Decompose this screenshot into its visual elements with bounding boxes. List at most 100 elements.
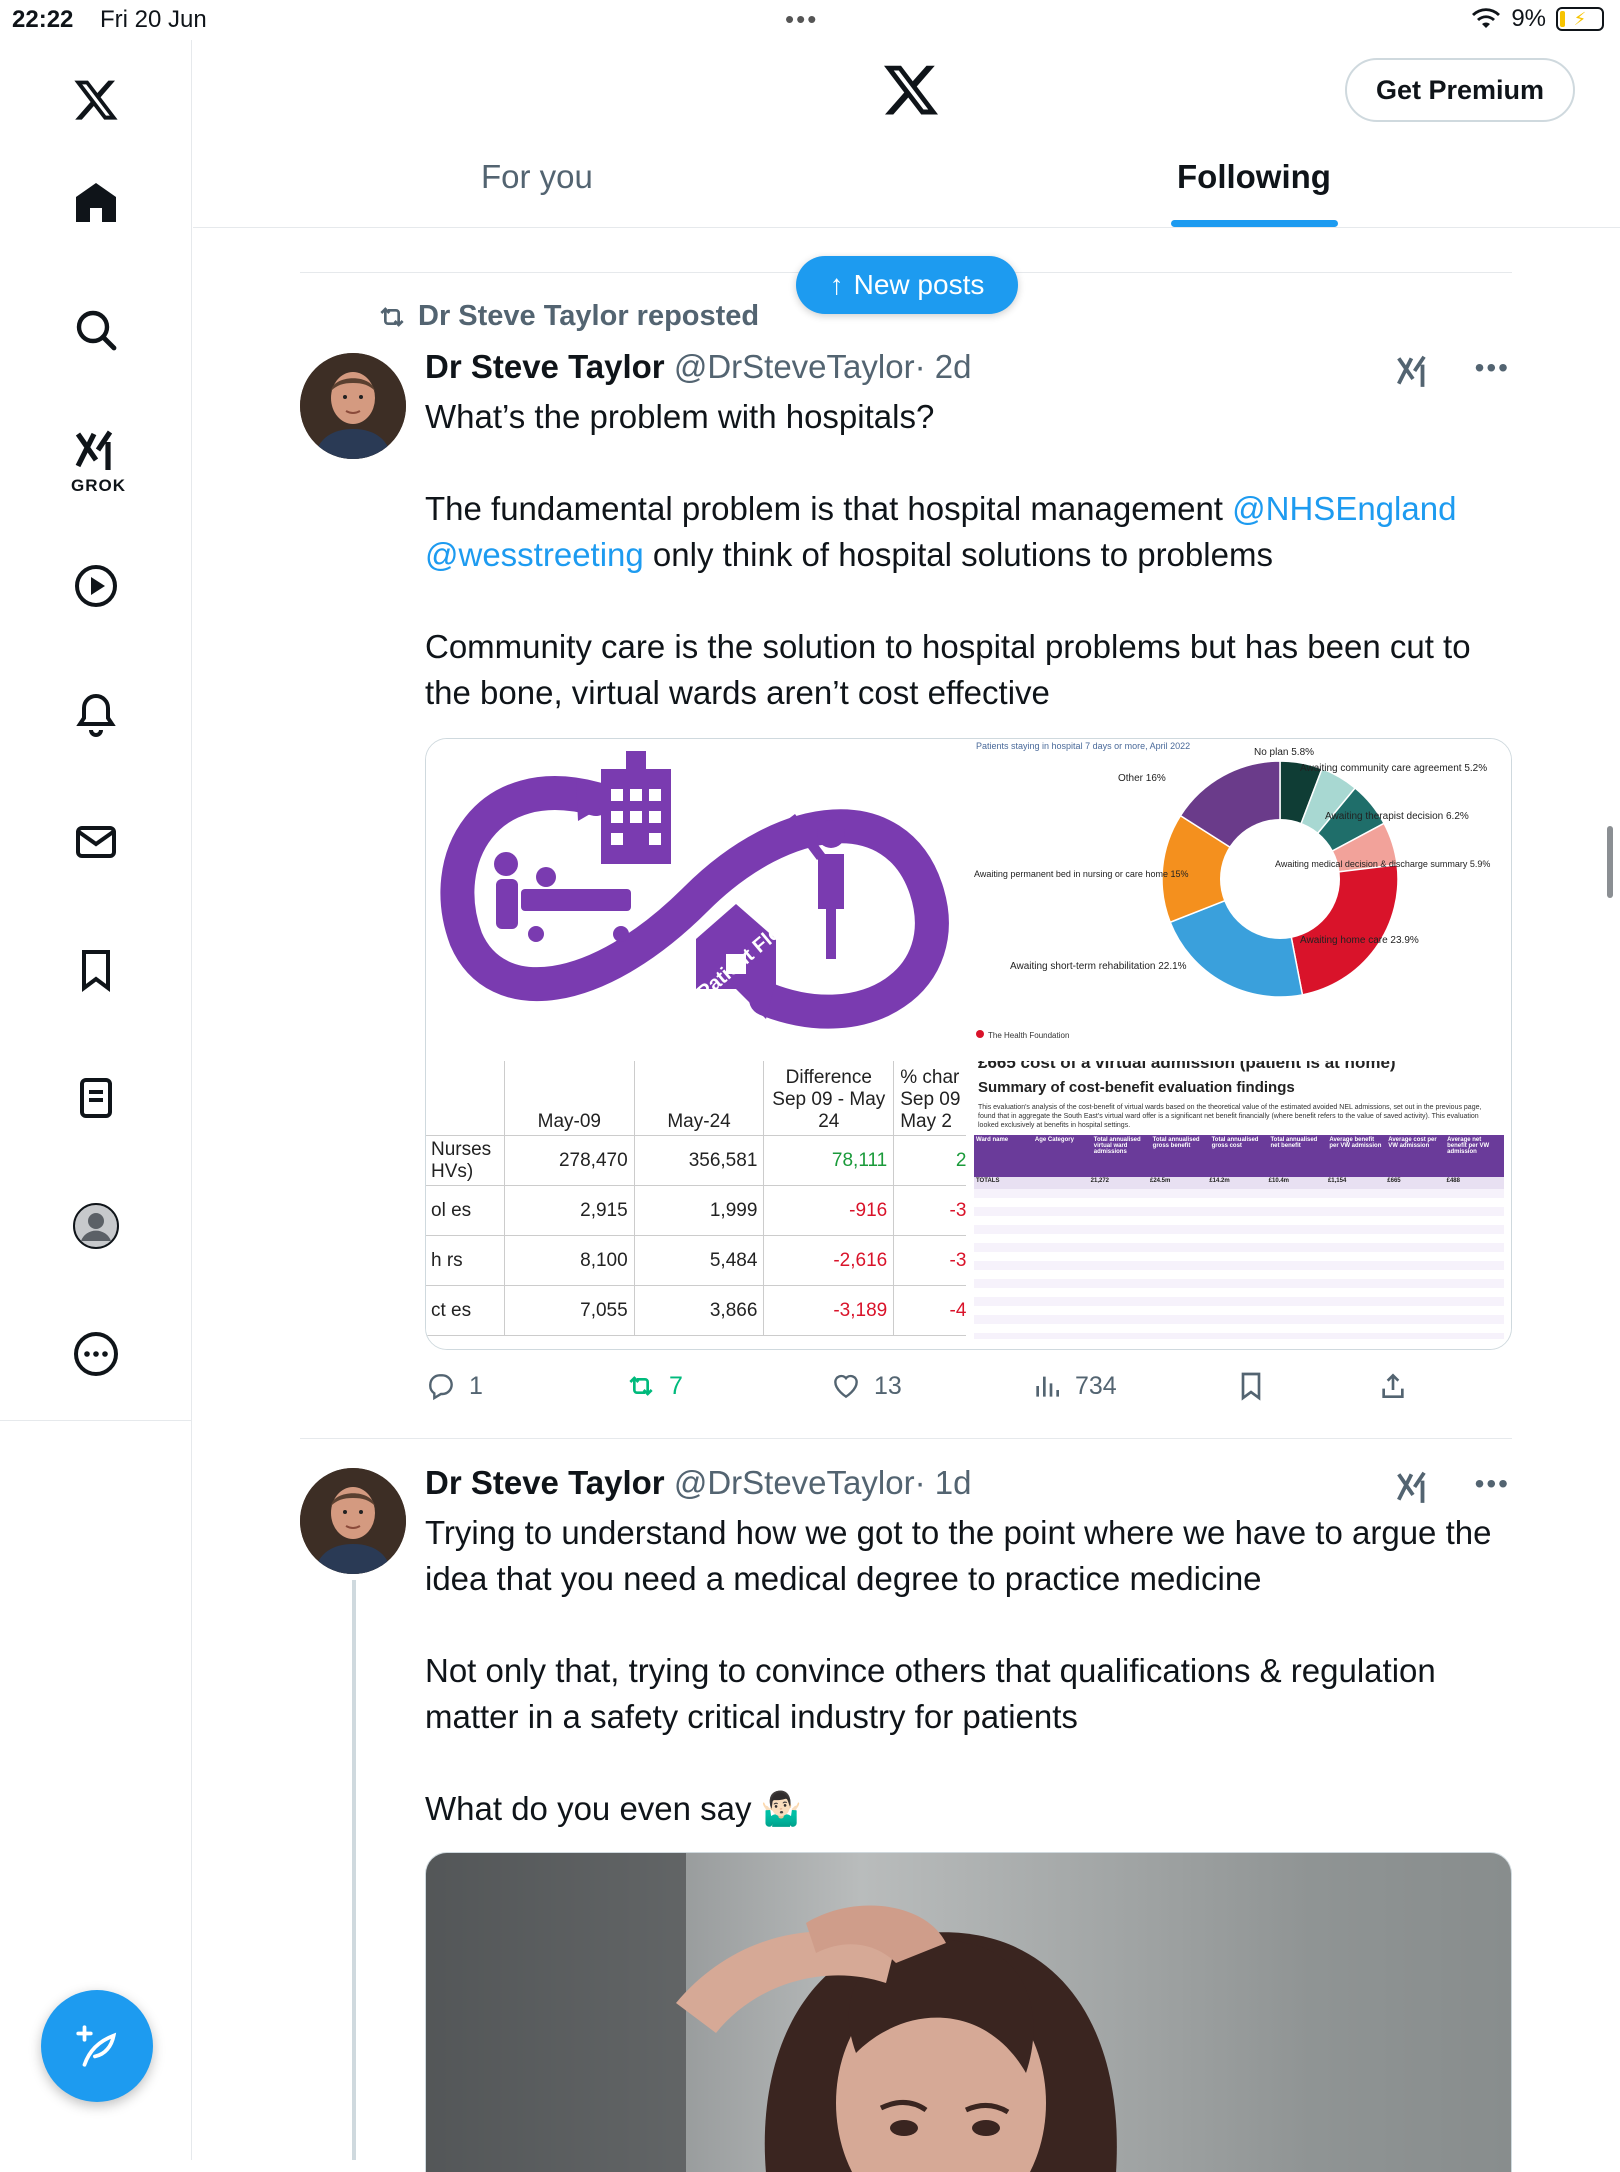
notifications-icon[interactable] [56,674,136,754]
status-date: Fri 20 Jun [100,6,207,33]
bookmark-icon [1241,1372,1261,1401]
x-logo-icon[interactable] [881,60,941,120]
cb-header: Average benefit per VW admission [1329,1137,1382,1149]
cb-total-cell: £24.5m [1149,1178,1171,1184]
cb-total-cell: £10.4m [1268,1178,1289,1184]
compose-post-button[interactable] [41,1990,153,2102]
tab-for-you[interactable]: For you [481,158,593,196]
status-time: 22:22 [12,6,74,33]
more-icon[interactable] [56,1314,136,1394]
like-button[interactable]: 13 [830,1370,902,1402]
avatar[interactable] [300,353,406,459]
tweet-time[interactable]: · 1d [915,1464,972,1501]
more-options-icon[interactable]: ••• [1475,352,1510,384]
cb-total-cell: £665 [1387,1178,1401,1184]
table-cell: ct es [426,1285,505,1336]
profile-avatar-icon[interactable] [56,1186,136,1266]
repost-count: 7 [669,1371,683,1400]
tweet-text: Trying to understand how we got to the p… [425,1514,1492,1827]
grok-icon[interactable]: GROK [56,418,136,498]
avatar[interactable] [300,1468,406,1574]
table-header: Difference Sep 09 - May 24 [763,1061,895,1136]
pie-label-medical: Awaiting medical decision & discharge su… [1275,859,1490,869]
pie-label-community: Awaiting community care agreement 5.2% [1300,763,1487,774]
cb-header: Average net benefit per VW admission [1447,1137,1490,1155]
mention-link[interactable]: @wesstreeting [425,536,644,573]
heart-icon [834,1374,858,1399]
tweet-time[interactable]: · 2d [915,348,972,385]
grok-explain-icon[interactable] [1394,352,1432,390]
like-count: 13 [874,1371,902,1400]
repost-icon [380,306,404,327]
table-cell: -2,616 [763,1235,895,1286]
thread-line [352,1580,356,2160]
multitasking-dots-icon[interactable]: ••• [785,4,818,35]
tab-following[interactable]: Following [1177,158,1331,196]
tweet-actions: 1 7 13 734 [425,1370,1425,1410]
table-cell: -31 [893,1185,966,1236]
cost-benefit-image[interactable]: £665 cost of a virtual admission (patien… [970,1061,1511,1349]
reply-icon [429,1374,453,1401]
mention-link[interactable]: @NHSEngland [1232,490,1456,527]
grok-explain-icon[interactable] [1394,1468,1432,1506]
author-handle[interactable]: @DrSteveTaylor [674,1464,915,1501]
author-name[interactable]: Dr Steve Taylor [425,1464,665,1501]
table-cell: 78,111 [763,1135,895,1186]
scroll-indicator[interactable] [1607,826,1613,898]
lists-icon[interactable] [56,1058,136,1138]
cb-header: Total annualised gross benefit [1152,1137,1200,1149]
table-cell: -3,189 [763,1285,895,1336]
table-cell: Nurses HVs) [426,1135,505,1186]
cb-header: Ward name [976,1137,1009,1143]
pie-source: The Health Foundation [988,1031,1069,1040]
table-header [426,1061,505,1136]
cost-benefit-intro: This evaluation's analysis of the cost-b… [978,1104,1482,1129]
view-count: 734 [1075,1371,1117,1400]
videos-icon[interactable] [56,546,136,626]
workforce-table-image[interactable]: May-09 May-24 Difference Sep 09 - May 24… [426,1061,966,1349]
tweet-media-grid[interactable]: Improving Patient Flow Patients staying … [425,738,1512,1350]
search-icon[interactable] [56,290,136,370]
home-icon[interactable] [56,162,136,242]
pie-chart-image[interactable]: Patients staying in hospital 7 days or m… [970,739,1511,1057]
table-cell: 1,999 [633,1185,765,1236]
bookmark-button[interactable] [1235,1370,1267,1402]
cost-benefit-subtitle: Summary of cost-benefit evaluation findi… [978,1079,1295,1096]
cost-benefit-total-row: TOTALS 21,272 £24.5m £14.2m £10.4m £1,15… [974,1177,1504,1189]
views-button[interactable]: 734 [1031,1370,1117,1402]
cb-total-cell: £488 [1446,1178,1460,1184]
tweet-video-thumbnail[interactable] [425,1852,1512,2172]
repost-button[interactable]: 7 [625,1370,683,1402]
tweet-1[interactable]: Dr Steve Taylor reposted Dr Steve Taylor… [300,300,1512,1401]
cb-total-cell: £1,154 [1327,1178,1347,1184]
bookmarks-icon[interactable] [56,930,136,1010]
get-premium-button[interactable]: Get Premium [1345,58,1575,122]
table-cell: 8,100 [503,1235,635,1286]
table-cell: 2,915 [503,1185,635,1236]
messages-icon[interactable] [56,802,136,882]
wifi-icon [1472,8,1501,29]
pie-label-rehab: Awaiting short-term rehabilitation 22.1% [1010,961,1187,972]
tweet-2[interactable]: Dr Steve Taylor @DrSteveTaylor· 1d ••• T… [300,1460,1512,2172]
table-cell: ol es [426,1185,505,1236]
pie-label-nursing: Awaiting permanent bed in nursing or car… [974,869,1188,879]
table-cell: 3,866 [633,1285,765,1336]
pie-label-therapist: Awaiting therapist decision 6.2% [1325,811,1469,822]
patient-flow-image[interactable]: Improving Patient Flow [426,739,966,1070]
author-name[interactable]: Dr Steve Taylor [425,348,665,385]
share-button[interactable] [1377,1370,1409,1402]
author-handle[interactable]: @DrSteveTaylor [674,348,915,385]
sidebar-divider [0,1420,192,1421]
more-options-icon[interactable]: ••• [1475,1468,1510,1500]
repost-context: Dr Steve Taylor reposted [376,300,759,333]
reply-button[interactable]: 1 [425,1370,483,1402]
repost-icon [629,1376,653,1396]
tweet-text-part: What’s the problem with hospitals? The f… [425,398,1223,527]
x-logo-icon[interactable] [56,60,136,140]
cost-benefit-title: £665 cost of a virtual admission (patien… [978,1061,1396,1072]
cost-benefit-data-rows [974,1189,1504,1339]
cb-header: Total annualised gross cost [1211,1137,1259,1149]
table-header: % char Sep 09 May 2 [893,1061,966,1136]
table-cell: 7,055 [503,1285,635,1336]
repost-label: Dr Steve Taylor reposted [418,300,760,332]
